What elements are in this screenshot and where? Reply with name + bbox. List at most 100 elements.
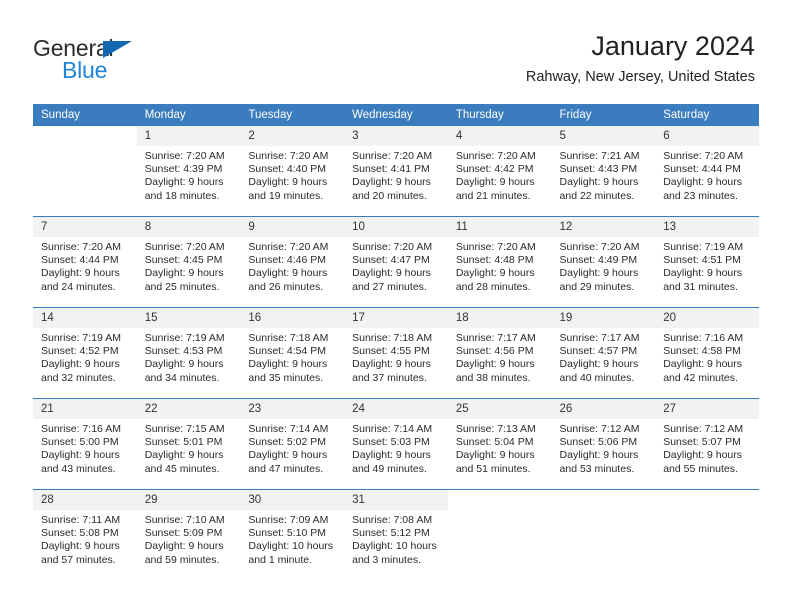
- daylight-text-line2: and 35 minutes.: [248, 371, 324, 384]
- daylight-text-line1: Daylight: 9 hours: [663, 176, 743, 189]
- day-detail: Sunrise: 7:20 AM Sunset: 4:49 PM Daylight:…: [552, 237, 656, 294]
- day-cell[interactable]: [447, 489, 552, 580]
- day-cell[interactable]: 26 Sunrise: 7:12 AM Sunset: 5:06 PM Dayligh…: [551, 398, 656, 490]
- day-cell[interactable]: 25 Sunrise: 7:13 AM Sunset: 5:04 PM Dayligh…: [447, 398, 552, 490]
- day-cell[interactable]: 11 Sunrise: 7:20 AM Sunset: 4:48 PM Dayligh…: [447, 216, 552, 308]
- day-detail: Sunrise: 7:09 AM Sunset: 5:10 PM Daylight:…: [240, 510, 344, 567]
- day-cell-inner: 11 Sunrise: 7:20 AM Sunset: 4:48 PM Dayligh…: [447, 217, 552, 307]
- daylight-text-line1: Daylight: 9 hours: [248, 358, 328, 371]
- day-detail: Sunrise: 7:20 AM Sunset: 4:44 PM Daylight:…: [33, 237, 137, 294]
- sunset-text: Sunset: 4:39 PM: [144, 163, 223, 176]
- daylight-text-line2: and 55 minutes.: [663, 462, 738, 475]
- day-cell[interactable]: 4 Sunrise: 7:20 AM Sunset: 4:42 PM Daylight…: [447, 126, 552, 217]
- day-number: 20: [655, 308, 759, 328]
- day-cell[interactable]: 20 Sunrise: 7:16 AM Sunset: 4:58 PM Dayligh…: [655, 307, 759, 399]
- day-number: 30: [240, 490, 345, 510]
- day-cell[interactable]: 2 Sunrise: 7:20 AM Sunset: 4:40 PM Daylight…: [240, 126, 345, 217]
- day-detail: Sunrise: 7:12 AM Sunset: 5:06 PM Daylight:…: [552, 419, 656, 476]
- day-cell[interactable]: [551, 489, 656, 580]
- day-detail: Sunrise: 7:20 AM Sunset: 4:47 PM Daylight:…: [344, 237, 448, 294]
- weekday-header-sunday: Sunday: [33, 104, 137, 126]
- week-row: 14 Sunrise: 7:19 AM Sunset: 4:52 PM Dayligh…: [33, 307, 759, 399]
- daylight-text-line1: Daylight: 9 hours: [455, 449, 535, 462]
- sunrise-text: Sunrise: 7:10 AM: [144, 514, 225, 526]
- day-cell[interactable]: 17 Sunrise: 7:18 AM Sunset: 4:55 PM Dayligh…: [344, 307, 448, 399]
- daylight-text-line2: and 28 minutes.: [455, 280, 531, 293]
- daylight-text-line1: Daylight: 9 hours: [352, 449, 431, 462]
- daylight-text-line2: and 38 minutes.: [455, 371, 531, 384]
- day-cell[interactable]: 22 Sunrise: 7:15 AM Sunset: 5:01 PM Dayligh…: [136, 398, 241, 490]
- day-cell-inner: 18 Sunrise: 7:17 AM Sunset: 4:56 PM Dayligh…: [447, 308, 552, 398]
- day-detail: Sunrise: 7:20 AM Sunset: 4:44 PM Daylight:…: [655, 146, 759, 203]
- day-cell[interactable]: [655, 489, 759, 580]
- daylight-text-line2: and 29 minutes.: [559, 280, 635, 293]
- day-cell-inner: [551, 490, 656, 580]
- day-cell[interactable]: 16 Sunrise: 7:18 AM Sunset: 4:54 PM Dayligh…: [240, 307, 345, 399]
- sunrise-text: Sunrise: 7:14 AM: [352, 423, 433, 435]
- day-cell[interactable]: 28 Sunrise: 7:11 AM Sunset: 5:08 PM Dayligh…: [33, 489, 137, 580]
- day-cell[interactable]: 31 Sunrise: 7:08 AM Sunset: 5:12 PM Dayligh…: [344, 489, 448, 580]
- daylight-text-line1: Daylight: 9 hours: [352, 176, 431, 189]
- day-cell[interactable]: 1 Sunrise: 7:20 AM Sunset: 4:39 PM Daylight…: [136, 126, 241, 217]
- day-cell[interactable]: 13 Sunrise: 7:19 AM Sunset: 4:51 PM Dayligh…: [655, 216, 759, 308]
- day-cell[interactable]: 18 Sunrise: 7:17 AM Sunset: 4:56 PM Dayligh…: [447, 307, 552, 399]
- sunset-text: Sunset: 4:43 PM: [559, 163, 638, 176]
- daylight-text-line2: and 19 minutes.: [248, 189, 324, 202]
- day-cell[interactable]: 14 Sunrise: 7:19 AM Sunset: 4:52 PM Dayligh…: [33, 307, 137, 399]
- day-cell[interactable]: 9 Sunrise: 7:20 AM Sunset: 4:46 PM Daylight…: [240, 216, 345, 308]
- sunrise-text: Sunrise: 7:19 AM: [144, 332, 225, 344]
- sunrise-text: Sunrise: 7:11 AM: [41, 514, 121, 526]
- day-cell-inner: 20 Sunrise: 7:16 AM Sunset: 4:58 PM Dayligh…: [655, 308, 759, 398]
- sunset-text: Sunset: 5:04 PM: [455, 436, 534, 449]
- day-detail: Sunrise: 7:21 AM Sunset: 4:43 PM Daylight:…: [552, 146, 656, 203]
- sunrise-text: Sunrise: 7:20 AM: [352, 241, 433, 253]
- day-cell[interactable]: [33, 126, 137, 217]
- sunset-text: Sunset: 5:01 PM: [144, 436, 223, 449]
- day-cell[interactable]: 15 Sunrise: 7:19 AM Sunset: 4:53 PM Dayligh…: [136, 307, 241, 399]
- day-detail: Sunrise: 7:18 AM Sunset: 4:54 PM Daylight:…: [240, 328, 344, 385]
- day-cell-inner: 24 Sunrise: 7:14 AM Sunset: 5:03 PM Dayligh…: [344, 399, 448, 489]
- day-cell[interactable]: 30 Sunrise: 7:09 AM Sunset: 5:10 PM Dayligh…: [240, 489, 345, 580]
- daylight-text-line1: Daylight: 9 hours: [559, 358, 639, 371]
- daylight-text-line1: Daylight: 9 hours: [41, 267, 120, 280]
- daylight-text-line2: and 32 minutes.: [41, 371, 116, 384]
- day-cell[interactable]: 5 Sunrise: 7:21 AM Sunset: 4:43 PM Daylight…: [551, 126, 656, 217]
- day-cell[interactable]: 29 Sunrise: 7:10 AM Sunset: 5:09 PM Dayligh…: [136, 489, 241, 580]
- day-detail: [33, 146, 137, 150]
- day-cell[interactable]: 7 Sunrise: 7:20 AM Sunset: 4:44 PM Daylight…: [33, 216, 137, 308]
- sunrise-text: Sunrise: 7:18 AM: [352, 332, 433, 344]
- day-cell[interactable]: 3 Sunrise: 7:20 AM Sunset: 4:41 PM Daylight…: [344, 126, 448, 217]
- sunset-text: Sunset: 4:47 PM: [352, 254, 430, 267]
- day-number: 29: [136, 490, 241, 510]
- day-cell[interactable]: 8 Sunrise: 7:20 AM Sunset: 4:45 PM Daylight…: [136, 216, 241, 308]
- day-detail: Sunrise: 7:20 AM Sunset: 4:42 PM Daylight:…: [448, 146, 552, 203]
- daylight-text-line1: Daylight: 9 hours: [455, 358, 535, 371]
- day-number: 2: [240, 126, 345, 146]
- sunset-text: Sunset: 4:40 PM: [248, 163, 327, 176]
- day-cell[interactable]: 23 Sunrise: 7:14 AM Sunset: 5:02 PM Dayligh…: [240, 398, 345, 490]
- daylight-text-line1: Daylight: 9 hours: [248, 449, 328, 462]
- title-block: January 2024 Rahway, New Jersey, United …: [526, 30, 755, 87]
- daylight-text-line2: and 42 minutes.: [663, 371, 738, 384]
- sunset-text: Sunset: 5:03 PM: [352, 436, 430, 449]
- day-cell[interactable]: 21 Sunrise: 7:16 AM Sunset: 5:00 PM Dayligh…: [33, 398, 137, 490]
- daylight-text-line2: and 23 minutes.: [663, 189, 738, 202]
- day-cell[interactable]: 10 Sunrise: 7:20 AM Sunset: 4:47 PM Dayligh…: [344, 216, 448, 308]
- day-detail: Sunrise: 7:19 AM Sunset: 4:52 PM Daylight:…: [33, 328, 137, 385]
- day-number: 6: [655, 126, 759, 146]
- sunrise-text: Sunrise: 7:20 AM: [663, 150, 744, 162]
- day-cell[interactable]: 24 Sunrise: 7:14 AM Sunset: 5:03 PM Dayligh…: [344, 398, 448, 490]
- day-detail: Sunrise: 7:19 AM Sunset: 4:53 PM Daylight:…: [137, 328, 241, 385]
- day-detail: Sunrise: 7:20 AM Sunset: 4:46 PM Daylight:…: [240, 237, 344, 294]
- day-cell[interactable]: 19 Sunrise: 7:17 AM Sunset: 4:57 PM Dayligh…: [551, 307, 656, 399]
- day-detail: Sunrise: 7:16 AM Sunset: 5:00 PM Daylight:…: [33, 419, 137, 476]
- daylight-text-line1: Daylight: 9 hours: [41, 449, 120, 462]
- day-number: 5: [551, 126, 656, 146]
- sunset-text: Sunset: 4:54 PM: [248, 345, 327, 358]
- weekday-header-row: Sunday Monday Tuesday Wednesday Thursday…: [33, 104, 759, 126]
- day-cell[interactable]: 12 Sunrise: 7:20 AM Sunset: 4:49 PM Dayligh…: [551, 216, 656, 308]
- day-cell[interactable]: 27 Sunrise: 7:12 AM Sunset: 5:07 PM Dayligh…: [655, 398, 759, 490]
- daylight-text-line1: Daylight: 9 hours: [248, 267, 328, 280]
- day-cell[interactable]: 6 Sunrise: 7:20 AM Sunset: 4:44 PM Daylight…: [655, 126, 759, 217]
- daylight-text-line1: Daylight: 9 hours: [455, 176, 535, 189]
